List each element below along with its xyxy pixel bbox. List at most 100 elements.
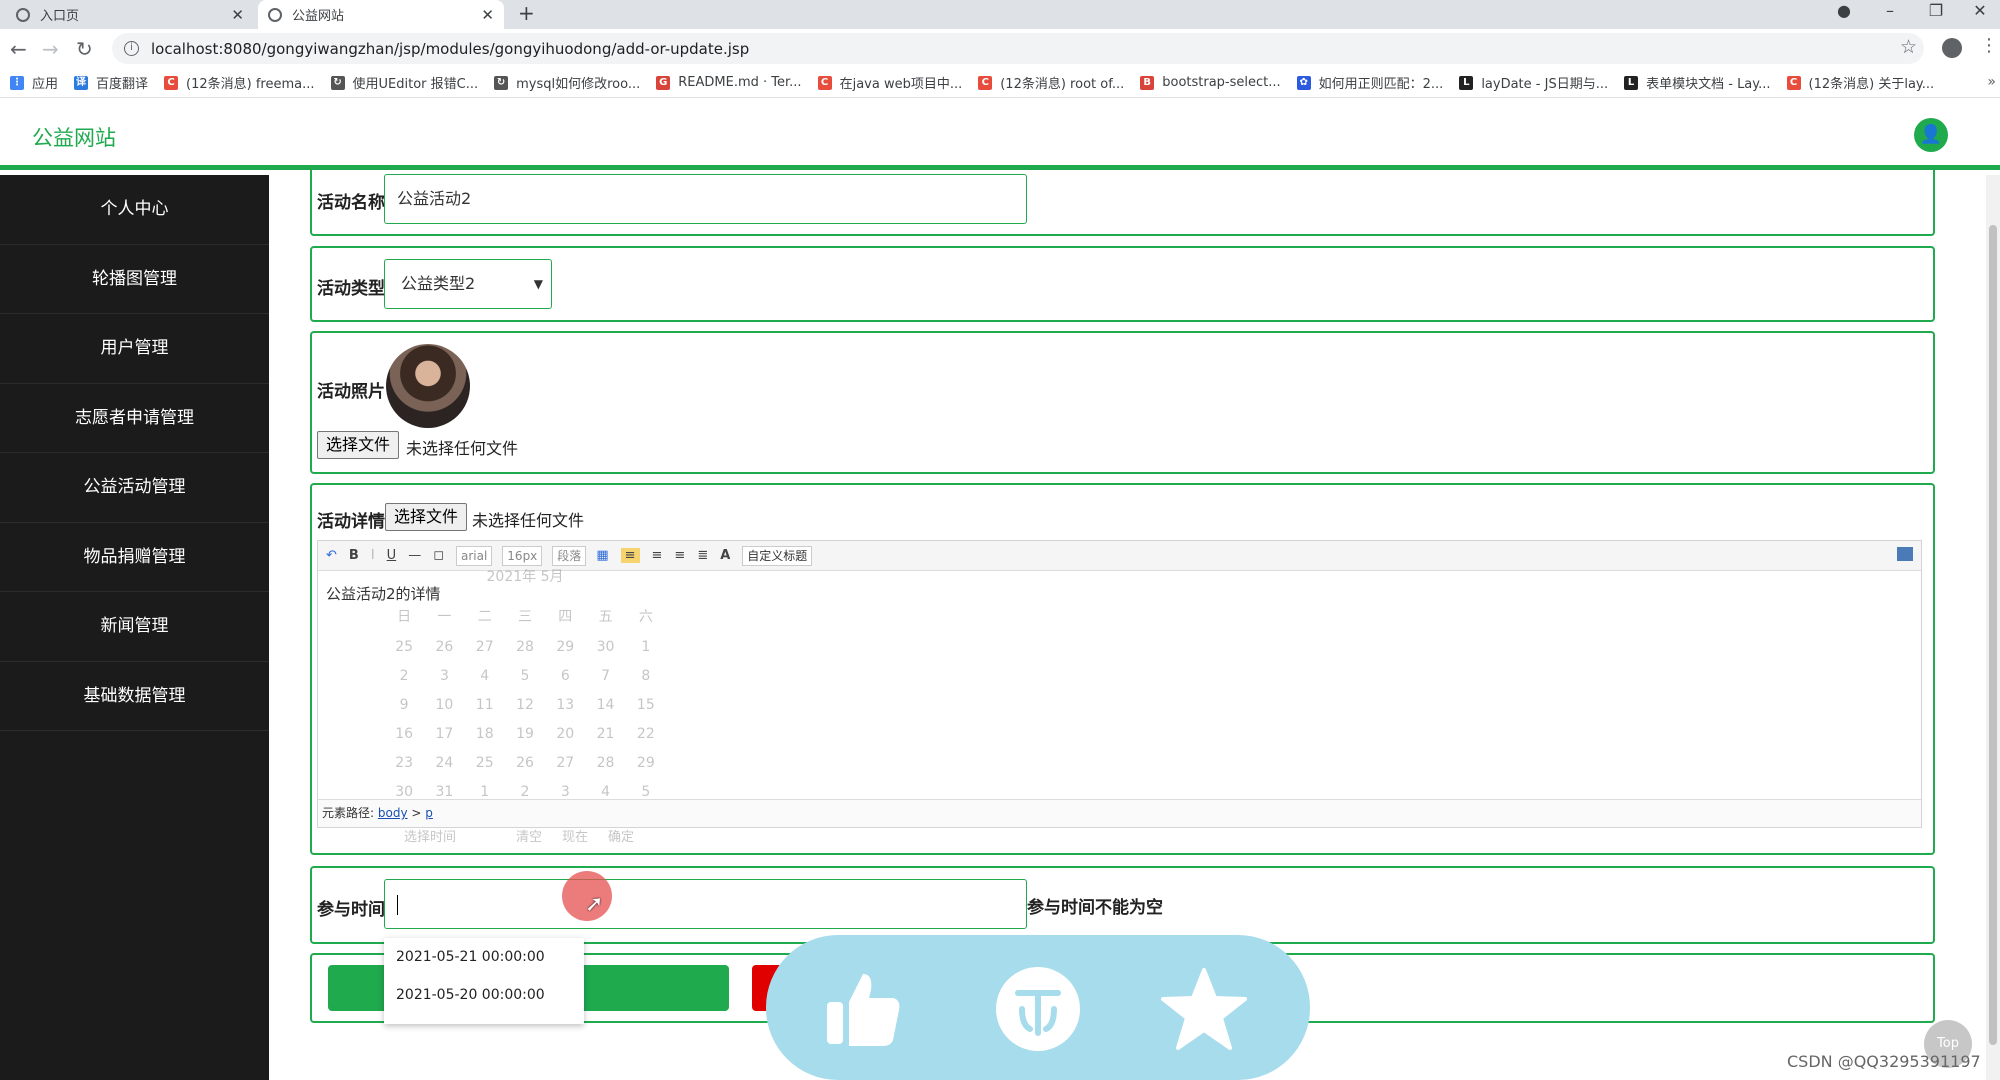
font-size-select[interactable]: 16px [502, 545, 543, 566]
bookmark-item[interactable]: C (12条消息) 关于lay... [1786, 73, 1934, 92]
bookmark-item[interactable]: ✿ 如何用正则匹配：2... [1296, 73, 1443, 92]
calendar-day[interactable]: 5 [505, 668, 545, 684]
calendar-day[interactable]: 11 [465, 697, 505, 713]
browser-tab[interactable]: 入口页 ✕ [6, 0, 254, 29]
calendar-day[interactable]: 1 [626, 639, 666, 655]
clear-format-icon[interactable]: ◻ [433, 548, 444, 563]
calendar-day[interactable]: 25 [384, 639, 424, 655]
profile-dropdown-icon[interactable]: ● [1824, 0, 1864, 29]
page-scrollbar[interactable] [1986, 175, 2000, 1080]
sidebar-item-personal-center[interactable]: 个人中心 [0, 175, 269, 245]
bookmark-item[interactable]: ↻ mysql如何修改roo... [494, 73, 640, 92]
bookmark-item[interactable]: 译百度翻译 [74, 73, 148, 92]
calendar-day[interactable]: 16 [384, 726, 424, 742]
align-right-icon[interactable]: ≡ [674, 548, 685, 563]
calendar-day[interactable]: 6 [545, 668, 585, 684]
bookmark-item[interactable]: G README.md · Ter... [656, 75, 802, 90]
calendar-day[interactable]: 24 [424, 755, 464, 771]
close-icon[interactable]: ✕ [481, 6, 494, 24]
underline-icon[interactable]: U [387, 548, 397, 563]
calendar-day[interactable]: 26 [424, 639, 464, 655]
close-icon[interactable]: ✕ [231, 6, 244, 24]
site-title[interactable]: 公益网站 [32, 122, 116, 152]
align-left-icon[interactable]: ≡ [620, 548, 640, 563]
calendar-day[interactable]: 14 [585, 697, 625, 713]
info-icon[interactable]: i [124, 41, 139, 56]
sidebar-item-volunteer-applications[interactable]: 志愿者申请管理 [0, 384, 269, 453]
calendar-day[interactable]: 10 [424, 697, 464, 713]
calendar-day[interactable]: 18 [465, 726, 505, 742]
clear-button[interactable]: 清空 [516, 826, 542, 848]
sidebar-item-base-data[interactable]: 基础数据管理 [0, 662, 269, 731]
font-color-icon[interactable]: A [720, 548, 730, 563]
confirm-button[interactable]: 确定 [608, 826, 634, 848]
sidebar-item-carousel[interactable]: 轮播图管理 [0, 245, 269, 314]
calendar-day[interactable]: 7 [585, 668, 625, 684]
thumbs-up-icon[interactable] [818, 965, 906, 1053]
browser-tab-active[interactable]: 公益网站 ✕ [258, 0, 504, 29]
calendar-day[interactable]: 9 [384, 697, 424, 713]
calendar-day[interactable]: 17 [424, 726, 464, 742]
calendar-day[interactable]: 2 [384, 668, 424, 684]
calendar-day[interactable]: 29 [626, 755, 666, 771]
autocomplete-item[interactable]: 2021-05-20 00:00:00 [384, 976, 584, 1014]
table-icon[interactable]: ▦ [596, 548, 608, 563]
custom-title-select[interactable]: 自定义标题 [742, 545, 813, 566]
calendar-day[interactable]: 1 [465, 784, 505, 800]
calendar-day[interactable]: 26 [505, 755, 545, 771]
bookmark-item[interactable]: LlayDate - JS日期与... [1459, 73, 1608, 92]
now-button[interactable]: 现在 [562, 826, 588, 848]
calendar-day[interactable]: 30 [585, 639, 625, 655]
bookmark-item[interactable]: C 在java web项目中... [817, 73, 962, 92]
forward-icon[interactable]: → [42, 37, 59, 61]
activity-name-input[interactable]: 公益活动2 [384, 174, 1027, 224]
calendar-day[interactable]: 19 [505, 726, 545, 742]
calendar-day[interactable]: 15 [626, 697, 666, 713]
calendar-day[interactable]: 4 [465, 668, 505, 684]
more-bookmarks-icon[interactable]: » [1987, 74, 1996, 90]
fullscreen-icon[interactable] [1897, 547, 1913, 561]
reload-icon[interactable]: ↻ [76, 37, 93, 61]
font-family-select[interactable]: arial [455, 545, 493, 566]
restore-icon[interactable]: ❐ [1916, 0, 1956, 29]
bookmark-item[interactable]: L 表单模块文档 - Lay... [1624, 73, 1771, 92]
undo-icon[interactable]: ↶ [326, 548, 337, 563]
scrollbar-thumb[interactable] [1989, 225, 1997, 1045]
star-icon[interactable]: ☆ [1900, 36, 1917, 58]
url-field[interactable]: i localhost:8080/gongyiwangzhan/jsp/modu… [112, 33, 1924, 64]
calendar-day[interactable]: 31 [424, 784, 464, 800]
calendar-day[interactable]: 23 [384, 755, 424, 771]
photo-file-button[interactable]: 选择文件 [317, 431, 400, 459]
calendar-day[interactable]: 28 [585, 755, 625, 771]
sidebar-item-users[interactable]: 用户管理 [0, 314, 269, 384]
new-tab-icon[interactable]: + [518, 0, 535, 29]
participation-time-input[interactable] [384, 879, 1027, 929]
bold-icon[interactable]: B [349, 548, 359, 563]
user-icon[interactable]: 👤 [1914, 118, 1948, 152]
calendar-day[interactable]: 27 [545, 755, 585, 771]
calendar-day[interactable]: 2 [505, 784, 545, 800]
bookmark-item[interactable]: ⋮ 应用 [10, 73, 58, 92]
autocomplete-item[interactable]: 2021-05-21 00:00:00 [384, 938, 584, 976]
calendar-day[interactable]: 3 [424, 668, 464, 684]
bookmark-item[interactable]: C (12条消息) root of... [978, 73, 1124, 92]
calendar-day[interactable]: 4 [585, 784, 625, 800]
calendar-day[interactable]: 25 [465, 755, 505, 771]
select-time-button[interactable]: 选择时间 [404, 826, 456, 848]
calendar-day[interactable]: 8 [626, 668, 666, 684]
calendar-day[interactable]: 13 [545, 697, 585, 713]
star-favorite-icon[interactable] [1160, 965, 1248, 1053]
horizontal-rule-icon[interactable]: — [408, 548, 421, 563]
calendar-day[interactable]: 30 [384, 784, 424, 800]
calendar-day[interactable]: 12 [505, 697, 545, 713]
calendar-day[interactable]: 22 [626, 726, 666, 742]
italic-icon[interactable]: I [371, 548, 375, 563]
bookmark-item[interactable]: C (12条消息) freema... [164, 73, 315, 92]
calendar-day[interactable]: 5 [626, 784, 666, 800]
calendar-day[interactable]: 27 [465, 639, 505, 655]
kebab-menu-icon[interactable]: ⋮ [1980, 35, 1998, 56]
calendar-month-header[interactable]: 2021年 5月 [384, 564, 666, 590]
calendar-day[interactable]: 21 [585, 726, 625, 742]
coin-icon[interactable] [994, 965, 1082, 1053]
calendar-day[interactable]: 28 [505, 639, 545, 655]
